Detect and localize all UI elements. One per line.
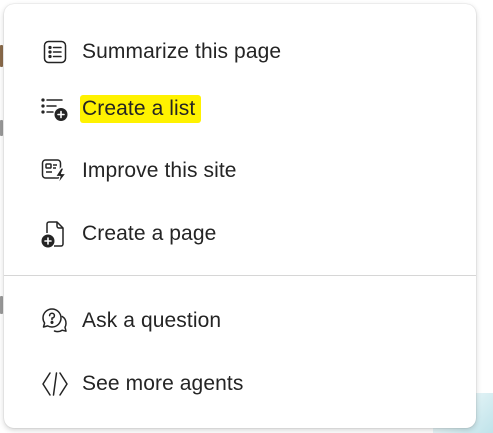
create-list-icon <box>40 94 70 124</box>
menu-item-ask-question[interactable]: Ask a question <box>4 292 476 350</box>
agents-icon <box>40 369 70 399</box>
menu-item-label: See more agents <box>82 372 244 395</box>
summary-list-icon <box>40 37 70 67</box>
background-fragment <box>0 45 3 67</box>
menu-item-create-list[interactable]: Create a list <box>4 80 476 138</box>
menu-item-label: Create a list <box>80 95 202 123</box>
background-fragment <box>0 296 3 314</box>
menu-item-label: Improve this site <box>82 159 237 182</box>
agent-actions-menu: Summarize this page Create a list Improv… <box>4 4 476 428</box>
menu-item-see-more-agents[interactable]: See more agents <box>4 355 476 413</box>
menu-item-label: Summarize this page <box>82 40 282 63</box>
menu-item-create-page[interactable]: Create a page <box>4 205 476 263</box>
menu-divider <box>4 275 476 276</box>
menu-item-label: Ask a question <box>82 309 222 332</box>
create-page-icon <box>40 219 70 249</box>
menu-item-summarize-page[interactable]: Summarize this page <box>4 23 476 81</box>
improve-site-icon <box>40 156 70 186</box>
menu-item-label: Create a page <box>82 222 217 245</box>
ask-question-icon <box>40 306 70 336</box>
background-fragment <box>0 120 3 136</box>
menu-item-improve-site[interactable]: Improve this site <box>4 142 476 200</box>
text-highlight: Create a list <box>80 95 202 123</box>
